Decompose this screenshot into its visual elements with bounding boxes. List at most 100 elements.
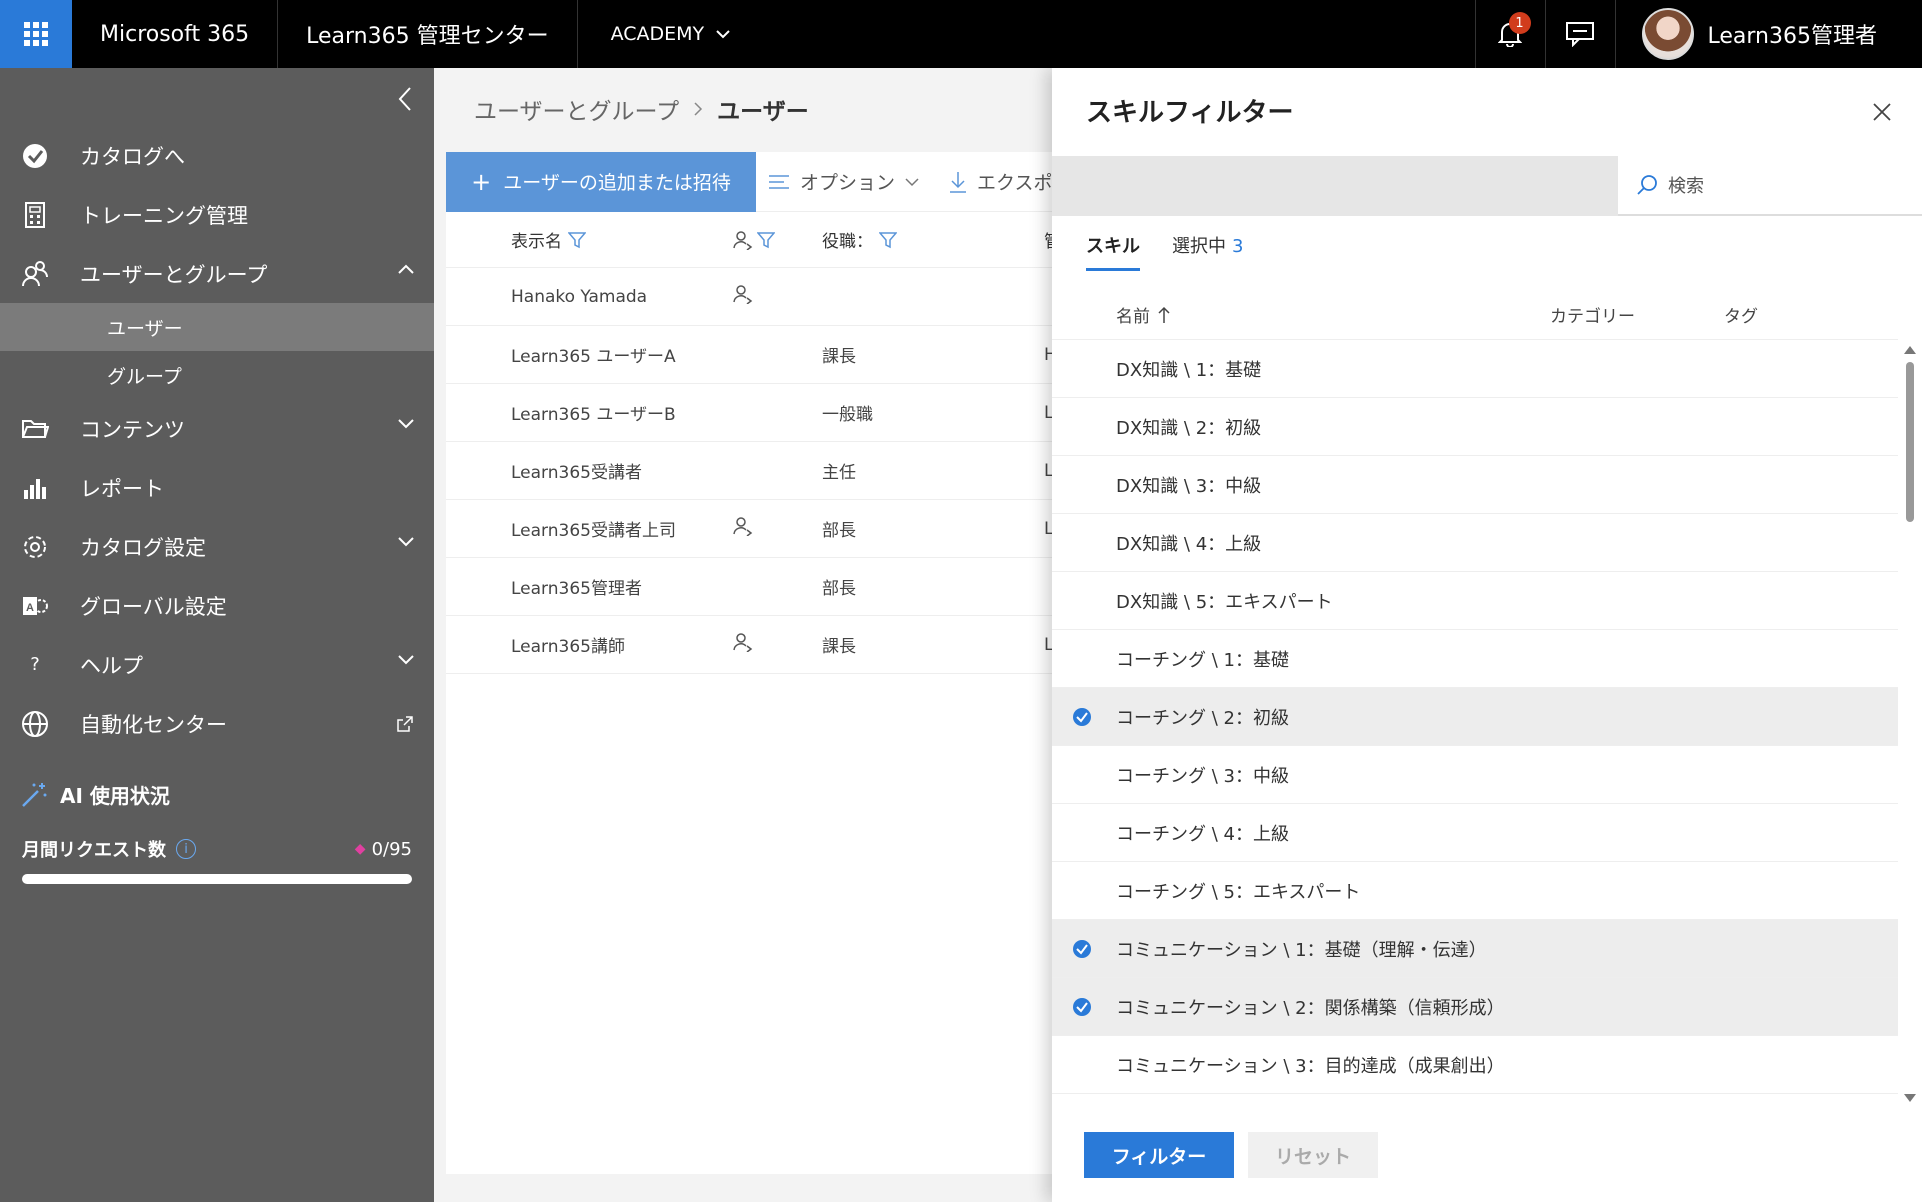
reset-button[interactable]: リセット [1248, 1132, 1378, 1178]
skill-row[interactable]: コミュニケーション \ 3：目的達成（成果創出） [1052, 1036, 1898, 1094]
scrollbar[interactable] [1902, 340, 1918, 1110]
column-header-role[interactable]: 役職： [822, 227, 897, 252]
manager-indicator [733, 516, 753, 541]
skill-row[interactable]: DX知識 \ 4：上級 [1052, 514, 1898, 572]
app-name[interactable]: Microsoft 365 [72, 0, 279, 68]
skill-selected-check[interactable] [1072, 939, 1092, 964]
table-row[interactable]: Learn365管理者 部長 [446, 558, 1086, 616]
user-display-name[interactable]: Learn365受講者 [511, 458, 642, 483]
gear-icon [20, 532, 50, 562]
search-input[interactable]: 検索 [1618, 156, 1922, 216]
tenant-selector[interactable]: ACADEMY [578, 0, 764, 68]
skill-row[interactable]: コーチング \ 5：エキスパート [1052, 862, 1898, 920]
sidebar-item-label: カタログ設定 [80, 535, 206, 560]
table-row[interactable]: Learn365受講者 主任 L [446, 442, 1086, 500]
table-row[interactable]: Learn365講師 課長 L [446, 616, 1086, 674]
info-icon[interactable]: i [176, 839, 196, 859]
skill-name: コーチング \ 4：上級 [1116, 823, 1289, 845]
check-circle-icon [20, 141, 50, 171]
breadcrumb-parent[interactable]: ユーザーとグループ [474, 92, 679, 126]
sidebar-item-users-groups[interactable]: ユーザーとグループ [0, 244, 434, 303]
panel-footer: フィルター リセット [1052, 1110, 1922, 1202]
sidebar-item-global-settings[interactable]: A グローバル設定 [0, 576, 434, 635]
checkmark-circle-icon [1073, 998, 1091, 1016]
skill-row[interactable]: DX知識 \ 1：基礎 [1052, 340, 1898, 398]
skill-row[interactable]: DX知識 \ 5：エキスパート [1052, 572, 1898, 630]
feedback-button[interactable] [1544, 0, 1615, 68]
sidebar-nav: カタログへ トレーニング管理 ユーザーとグループ ユーザー グループ コンテンツ… [0, 126, 434, 753]
skill-row[interactable]: コーチング \ 3：中級 [1052, 746, 1898, 804]
skill-filter-panel: スキルフィルター 検索 スキル 選択中 3 名前 カテゴリー タグ DX知識 \ … [1052, 68, 1922, 1202]
close-panel-button[interactable] [1872, 102, 1892, 126]
sidebar-item-catalog[interactable]: カタログへ [0, 126, 434, 185]
panel-title: スキルフィルター [1086, 98, 1294, 128]
skill-row[interactable]: コミュニケーション \ 1：基礎（理解・伝達） [1052, 920, 1898, 978]
export-button[interactable]: エクスポ [937, 168, 1052, 195]
chevron-left-icon [398, 87, 411, 111]
people-icon [20, 259, 50, 289]
column-header-category[interactable]: カテゴリー [1550, 302, 1635, 327]
person-arrow-icon [733, 230, 753, 250]
gem-icon: ◆ [354, 841, 366, 857]
sidebar-item-label: コンテンツ [80, 417, 185, 442]
skill-row[interactable]: コミュニケーション \ 2：関係構築（信頼形成） [1052, 978, 1898, 1036]
user-display-name[interactable]: Learn365 ユーザーB [511, 400, 676, 425]
collapse-sidebar-button[interactable] [390, 84, 420, 114]
command-bar: + ユーザーの追加または招待 オプション エクスポ [446, 151, 1086, 212]
skill-row[interactable]: コミュニケーション \ 4：影響力・リーダーシ [1052, 1094, 1898, 1110]
user-display-name[interactable]: Learn365 ユーザーA [511, 342, 676, 367]
column-header-name[interactable]: 表示名 [511, 227, 586, 252]
external-link-icon [397, 716, 413, 732]
chevron-right-icon [694, 102, 703, 116]
sidebar-item-reports[interactable]: レポート [0, 458, 434, 517]
svg-text:A: A [26, 602, 34, 614]
skill-row[interactable]: コーチング \ 4：上級 [1052, 804, 1898, 862]
skill-selected-check[interactable] [1072, 997, 1092, 1022]
export-label: エクスポ [977, 172, 1053, 194]
sidebar-subitem-groups[interactable]: グループ [0, 351, 434, 399]
column-header-skill-name[interactable]: 名前 [1116, 302, 1170, 327]
skill-row[interactable]: DX知識 \ 2：初級 [1052, 398, 1898, 456]
table-row[interactable]: Hanako Yamada [446, 268, 1086, 326]
user-display-name[interactable]: Learn365講師 [511, 632, 625, 657]
user-role: 課長 [822, 347, 856, 367]
notifications-button[interactable]: 1 [1474, 0, 1545, 68]
skill-row[interactable]: コーチング \ 1：基礎 [1052, 630, 1898, 688]
admin-center-name[interactable]: Learn365 管理センター [278, 0, 578, 68]
options-button[interactable]: オプション [756, 168, 919, 195]
breadcrumb: ユーザーとグループ ユーザー [474, 92, 809, 126]
chat-icon [1566, 22, 1595, 47]
column-header-manager[interactable] [733, 230, 775, 250]
user-display-name[interactable]: Learn365管理者 [511, 574, 642, 599]
skill-selected-check[interactable] [1072, 707, 1092, 732]
arrow-up-icon [1158, 306, 1170, 323]
skill-row[interactable]: コーチング \ 2：初級 [1052, 688, 1898, 746]
magic-wand-icon [22, 782, 47, 807]
skill-row[interactable]: DX知識 \ 3：中級 [1052, 456, 1898, 514]
chevron-down-icon [398, 537, 414, 547]
table-row[interactable]: Learn365 ユーザーA 課長 H [446, 326, 1086, 384]
table-row[interactable]: Learn365 ユーザーB 一般職 L [446, 384, 1086, 442]
breadcrumb-current: ユーザー [717, 99, 809, 125]
user-display-name[interactable]: Learn365受講者上司 [511, 516, 676, 541]
table-row[interactable]: Learn365受講者上司 部長 L [446, 500, 1086, 558]
sidebar-item-catalog-settings[interactable]: カタログ設定 [0, 517, 434, 576]
folder-icon [20, 414, 50, 444]
sidebar-item-automation-center[interactable]: 自動化センター [0, 694, 434, 753]
app-launcher-button[interactable] [0, 0, 72, 68]
skill-name: コーチング \ 1：基礎 [1116, 649, 1289, 671]
tab-selected[interactable]: 選択中 3 [1172, 232, 1243, 271]
filter-button[interactable]: フィルター [1084, 1132, 1234, 1178]
add-user-button[interactable]: + ユーザーの追加または招待 [446, 151, 756, 212]
sidebar-subitem-users[interactable]: ユーザー [0, 303, 434, 351]
column-header-tag[interactable]: タグ [1724, 302, 1758, 327]
notification-badge: 1 [1508, 12, 1531, 34]
sidebar-item-help[interactable]: ? ヘルプ [0, 635, 434, 694]
sidebar-item-contents[interactable]: コンテンツ [0, 399, 434, 458]
user-menu[interactable]: Learn365管理者 [1614, 0, 1922, 68]
scrollbar-thumb[interactable] [1906, 362, 1914, 522]
user-display-name[interactable]: Hanako Yamada [511, 287, 647, 307]
skill-name: コミュニケーション \ 2：関係構築（信頼形成） [1116, 997, 1505, 1019]
tab-skills[interactable]: スキル [1086, 232, 1140, 271]
sidebar-item-training[interactable]: トレーニング管理 [0, 185, 434, 244]
